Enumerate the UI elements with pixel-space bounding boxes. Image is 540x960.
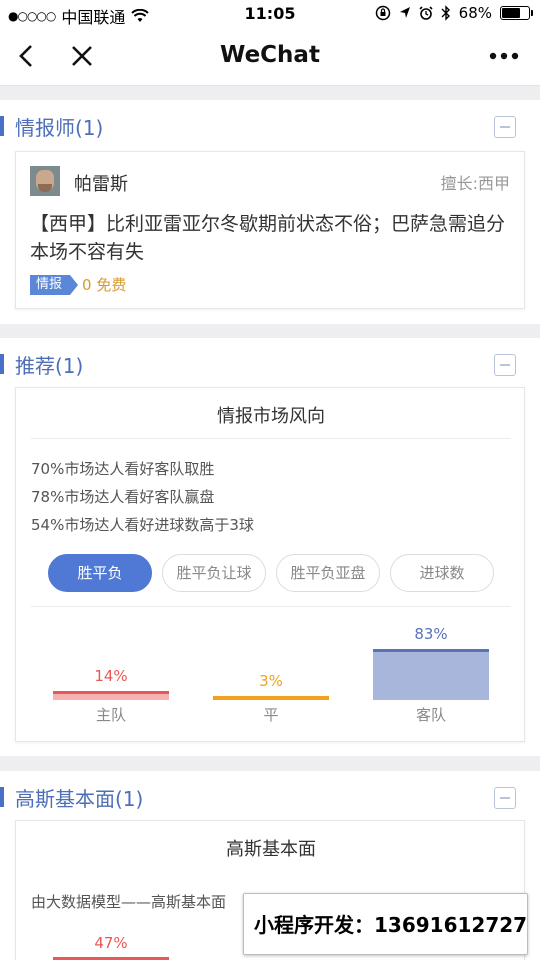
tab-handicap[interactable]: 胜平负让球	[162, 554, 266, 592]
bluetooth-icon	[441, 5, 450, 21]
developer-watermark: 小程序开发：13691612727	[243, 893, 528, 955]
section-accent-bar	[0, 787, 4, 807]
alarm-icon	[419, 6, 433, 20]
price-label: 0 免费	[82, 276, 127, 294]
tab-goals[interactable]: 进球数	[390, 554, 494, 592]
card-title: 情报市场风向	[217, 406, 325, 427]
section-accent-bar	[0, 116, 4, 136]
tag-row: 情报 0 免费	[30, 274, 126, 295]
analyst-section: 情报师(1) 帕雷斯 擅长:西甲 【西甲】比利亚雷亚尔冬歇期前状态不俗；巴萨急需…	[0, 100, 540, 324]
collapse-icon[interactable]	[494, 354, 516, 376]
intel-text: 【西甲】比利亚雷亚尔冬歇期前状态不俗；巴萨急需追分本场不容有失	[30, 213, 506, 263]
chart-bar-away	[373, 648, 489, 700]
chart-data-label: 14%	[94, 667, 128, 686]
market-card: 情报市场风向 70%市场达人看好客队取胜 78%市场达人看好客队赢盘 54%市场…	[15, 387, 525, 742]
section-title: 推荐(1)	[15, 354, 84, 378]
avatar	[30, 166, 60, 196]
chart-data-label: 3%	[259, 672, 283, 690]
analyst-name: 帕雷斯	[74, 174, 128, 195]
chart-bar-draw	[213, 696, 329, 700]
collapse-icon[interactable]	[494, 787, 516, 809]
section-header: 推荐(1)	[0, 338, 540, 390]
chart-category-label: 主队	[95, 706, 126, 724]
card-title: 高斯基本面	[226, 839, 316, 860]
divider	[31, 438, 511, 439]
market-stat: 78%市场达人看好客队赢盘	[31, 488, 215, 506]
battery-icon	[500, 6, 533, 20]
section-header: 高斯基本面(1)	[0, 771, 540, 823]
gauss-description: 由大数据模型——高斯基本面	[31, 893, 227, 911]
gauss-home-percent: 47%	[94, 934, 128, 952]
chart-category-label: 客队	[415, 706, 446, 724]
section-header: 情报师(1)	[0, 100, 540, 152]
status-bar: ●○○○○ 中国联通 11:05 68%	[0, 0, 540, 30]
chart-category-label: 平	[263, 706, 279, 724]
more-icon[interactable]	[488, 42, 520, 70]
location-icon	[399, 7, 410, 18]
page-title: WeChat	[220, 42, 320, 68]
market-bar-chart: 14% 主队 3% 平 83% 客队	[16, 614, 526, 740]
section-accent-bar	[0, 354, 4, 374]
section-title: 高斯基本面(1)	[15, 787, 144, 811]
rotation-lock-icon	[375, 5, 390, 21]
divider	[31, 606, 511, 607]
tab-asian-handicap[interactable]: 胜平负亚盘	[276, 554, 380, 592]
battery-percent: 68%	[458, 4, 492, 22]
collapse-icon[interactable]	[494, 116, 516, 138]
tab-win-draw-lose[interactable]: 胜平负	[48, 554, 152, 592]
analyst-specialty: 擅长:西甲	[440, 174, 510, 193]
market-stat: 70%市场达人看好客队取胜	[31, 460, 215, 478]
section-title: 情报师(1)	[15, 116, 104, 140]
chart-data-label: 83%	[414, 624, 448, 643]
recommend-section: 推荐(1) 情报市场风向 70%市场达人看好客队取胜 78%市场达人看好客队赢盘…	[0, 338, 540, 756]
nav-bar: WeChat	[0, 30, 540, 86]
chart-bar-home	[53, 691, 169, 700]
analyst-card[interactable]: 帕雷斯 擅长:西甲 【西甲】比利亚雷亚尔冬歇期前状态不俗；巴萨急需追分本场不容有…	[15, 151, 525, 309]
intel-tag: 情报	[30, 274, 79, 295]
market-stat: 54%市场达人看好进球数高于3球	[31, 516, 254, 534]
